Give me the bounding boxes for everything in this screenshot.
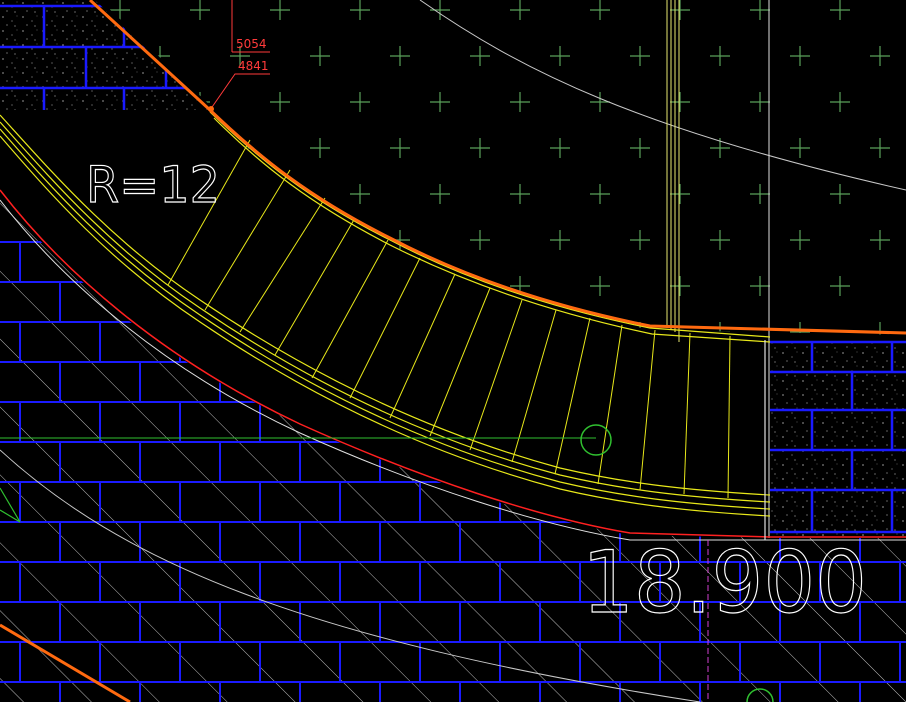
leader-label-1: 5054 (236, 37, 267, 51)
radius-label: R=12 (86, 156, 220, 214)
cad-drawing-canvas[interactable]: 5054 4841 R=12 18.900 (0, 0, 906, 702)
paving-brick-right (770, 340, 906, 536)
leader-label-2: 4841 (238, 59, 269, 73)
dimension-text: 18.900 (582, 533, 867, 633)
